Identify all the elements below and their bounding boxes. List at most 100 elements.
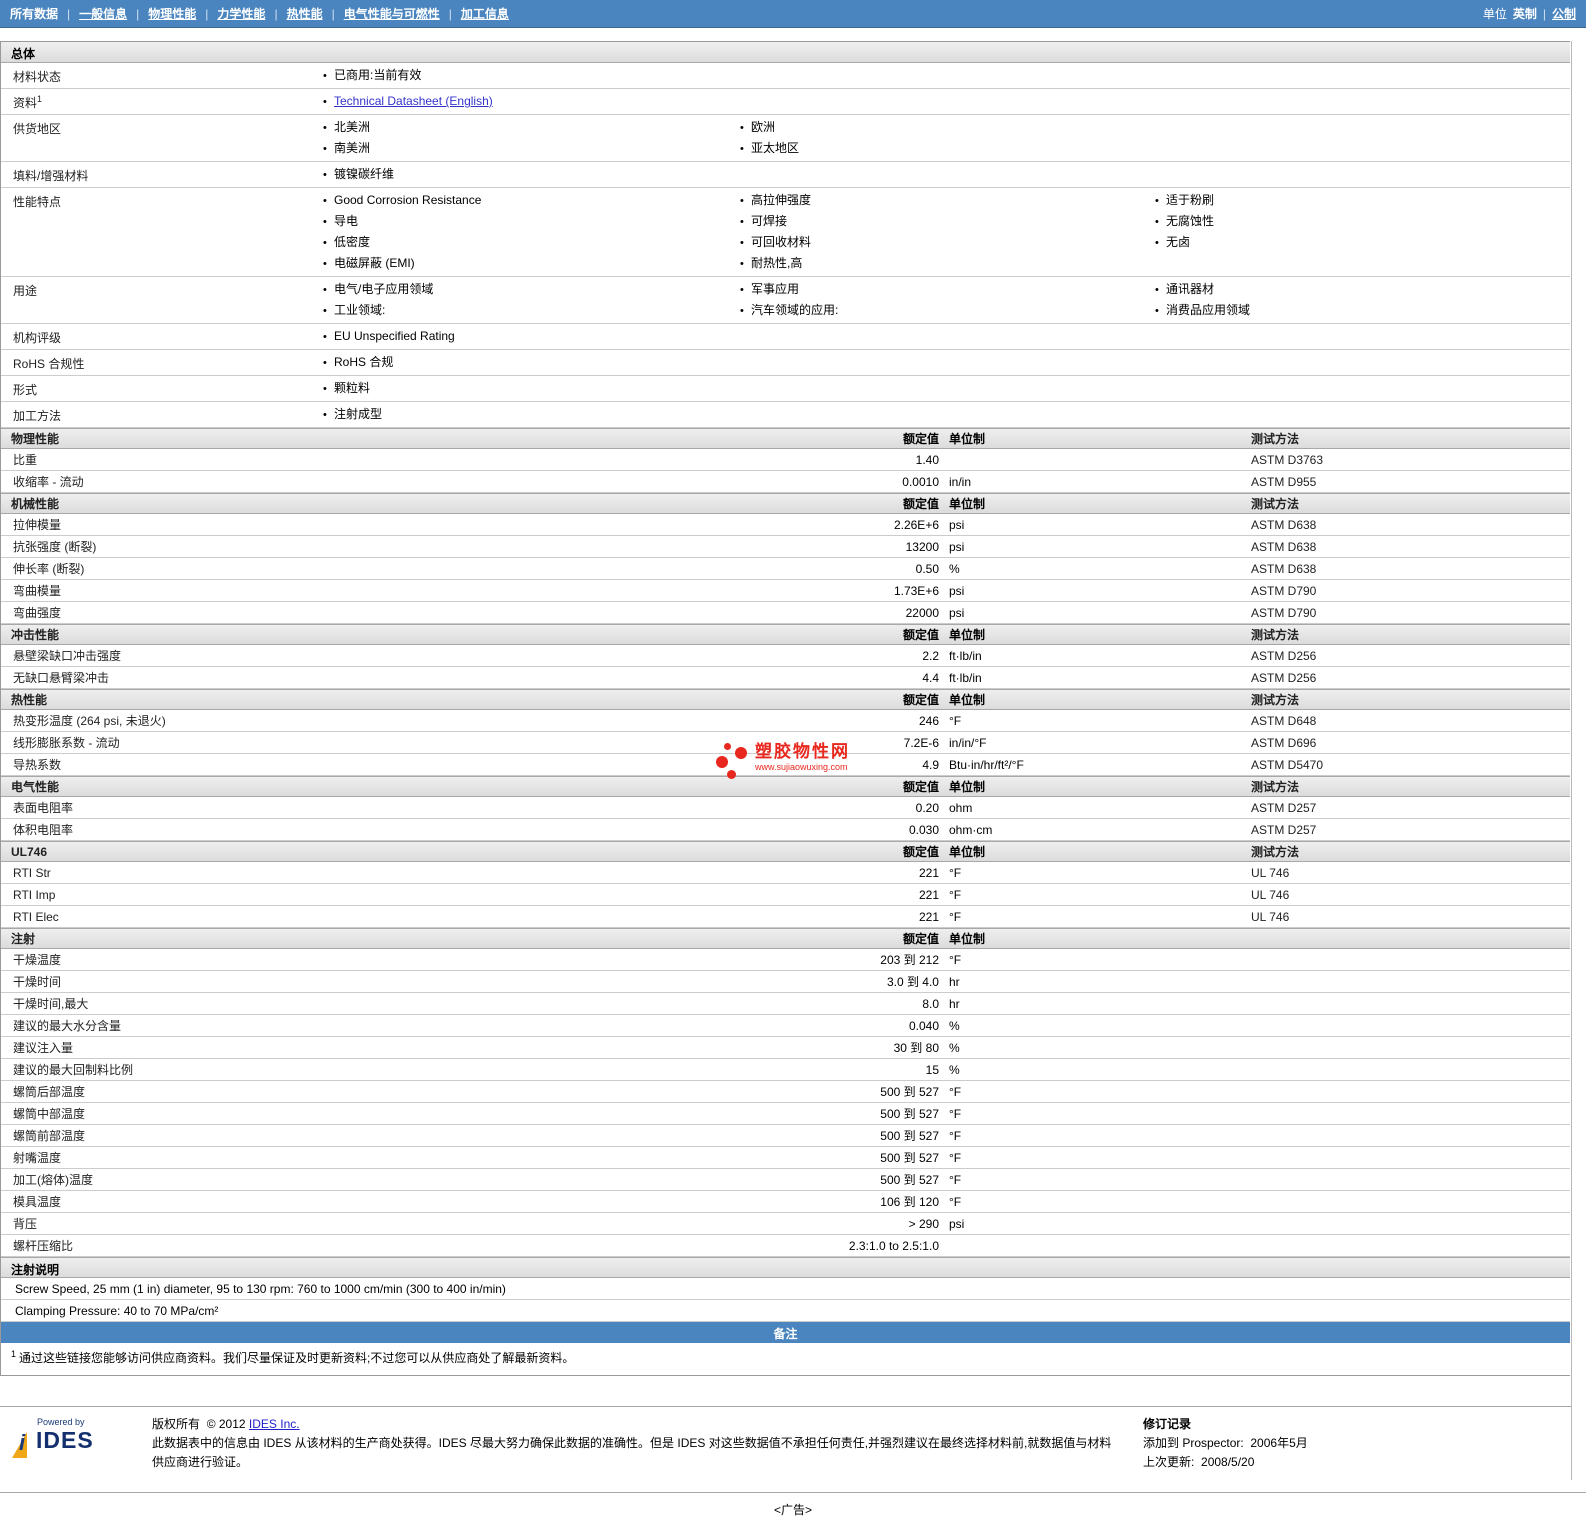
property-value: 0.030 xyxy=(908,822,939,837)
test-method: UL 746 xyxy=(1251,887,1290,902)
property-row: 螺杆压缩比 2.3:1.0 to 2.5:1.0 xyxy=(1,1235,1570,1257)
table-title: UL746 xyxy=(11,844,48,859)
column-header-value: 额定值 xyxy=(902,497,939,511)
bullet-text: 可焊接 xyxy=(751,214,788,228)
bullet-column: • 适于粉刷 • 无腐蚀性 • 无卤 xyxy=(1153,190,1570,253)
revision-updated: 上次更新: 2008/5/20 xyxy=(1143,1453,1308,1472)
general-row: RoHS 合规性 • RoHS 合规 xyxy=(1,350,1570,376)
bullet-text: 颗粒料 xyxy=(334,381,371,395)
column-header-unit: 单位制 xyxy=(949,432,986,446)
bullet-text: 工业领域: xyxy=(334,303,386,317)
test-method: ASTM D638 xyxy=(1251,517,1317,532)
nav-item[interactable]: 力学性能 xyxy=(217,5,265,22)
test-method: ASTM D3763 xyxy=(1251,452,1324,467)
bullet-item: • Good Corrosion Resistance xyxy=(321,190,738,211)
bullet-icon: • xyxy=(1155,305,1159,317)
property-name: 拉伸模量 xyxy=(13,518,62,532)
bullet-icon: • xyxy=(740,258,744,270)
bullet-text: 低密度 xyxy=(334,235,371,249)
table-title: 电气性能 xyxy=(11,780,60,794)
property-unit: psi xyxy=(949,1216,965,1231)
property-row: 模具温度 106 到 120 °F xyxy=(1,1191,1570,1213)
bullet-item: • 电磁屏蔽 (EMI) xyxy=(321,253,738,274)
general-row: 用途 • 电气/电子应用领域 • 工业领域: • 军事应用 • 汽车领域的应用: • 通讯器材 • 消费… xyxy=(1,277,1570,324)
bullet-icon: • xyxy=(323,143,327,155)
unit-metric-link[interactable]: 公制 xyxy=(1552,5,1576,22)
property-name: 建议的最大水分含量 xyxy=(13,1019,122,1033)
test-method: ASTM D790 xyxy=(1251,605,1317,620)
property-row: 表面电阻率 0.20 ohm ASTM D257 xyxy=(1,797,1570,819)
test-method: ASTM D256 xyxy=(1251,670,1317,685)
bullet-text: 欧洲 xyxy=(751,120,776,134)
property-name: RTI Elec xyxy=(13,909,59,924)
injection-note-line: Screw Speed, 25 mm (1 in) diameter, 95 t… xyxy=(1,1278,1570,1300)
disclaimer: 此数据表中的信息由 IDES 从该材料的生产商处获得。IDES 尽最大努力确保此… xyxy=(152,1436,1112,1469)
column-header-method: 测试方法 xyxy=(1251,497,1300,511)
property-value: > 290 xyxy=(908,1216,939,1231)
footer-text: 版权所有 © 2012 IDES Inc. 此数据表中的信息由 IDES 从该材… xyxy=(152,1415,1117,1472)
footnote-sup: 1 xyxy=(11,1349,17,1359)
property-value: 30 到 80 xyxy=(893,1041,939,1055)
bullet-text: EU Unspecified Rating xyxy=(334,329,455,343)
revision-added: 添加到 Prospector: 2006年5月 xyxy=(1143,1434,1308,1453)
bullet-column: • 颗粒料 xyxy=(321,378,738,399)
datasheet-link[interactable]: Technical Datasheet (English) xyxy=(334,91,493,111)
property-name: 弯曲模量 xyxy=(13,584,62,598)
nav-item[interactable]: 加工信息 xyxy=(461,5,509,22)
nav-item[interactable]: 一般信息 xyxy=(79,5,127,22)
property-row: 建议的最大水分含量 0.040% xyxy=(1,1015,1570,1037)
nav-item[interactable]: 物理性能 xyxy=(148,5,196,22)
bullet-item: • 无腐蚀性 xyxy=(1153,211,1570,232)
property-value: 500 到 527 xyxy=(880,1107,939,1121)
ides-inc-link[interactable]: IDES Inc. xyxy=(249,1417,300,1431)
bullet-item: • 已商用:当前有效 xyxy=(321,65,738,86)
property-label: 填料/增强材料 xyxy=(13,169,89,183)
section-header-injection-notes: 注射说明 xyxy=(1,1257,1570,1278)
copyright-line: 版权所有 © 2012 IDES Inc. xyxy=(152,1415,1117,1434)
property-unit: °F xyxy=(949,1106,962,1121)
bullet-column: • 北美洲 • 南美洲 xyxy=(321,117,738,159)
ad-label: <广告> xyxy=(773,1503,813,1517)
bullet-icon: • xyxy=(323,409,327,421)
property-unit: °F xyxy=(949,887,962,902)
bullet-text: 适于粉刷 xyxy=(1166,193,1215,207)
property-row: 干燥温度 203 到 212 °F xyxy=(1,949,1570,971)
bullet-item: • Technical Datasheet (English) xyxy=(321,91,738,112)
copyright-prefix: 版权所有 xyxy=(152,1417,201,1431)
nav-item[interactable]: 电气性能与可燃性 xyxy=(344,5,440,22)
bullet-icon: • xyxy=(323,357,327,369)
test-method: ASTM D256 xyxy=(1251,648,1317,663)
section-header-general: 总体 xyxy=(1,42,1570,63)
nav-separator: | xyxy=(331,6,335,21)
bullet-icon: • xyxy=(1155,237,1159,249)
bullet-item: • 北美洲 xyxy=(321,117,738,138)
test-method: ASTM D696 xyxy=(1251,735,1317,750)
revision-added-value: 2006年5月 xyxy=(1250,1436,1308,1450)
test-method: ASTM D638 xyxy=(1251,539,1317,554)
remarks-bar: 备注 xyxy=(1,1322,1570,1343)
ides-logo[interactable]: i Powered by IDES xyxy=(10,1415,138,1461)
nav-item[interactable]: 热性能 xyxy=(287,5,323,22)
nav-links: 所有数据 | 一般信息 | 物理性能 | 力学性能 | 热性能 | 电气性能与可燃性 | 加工信息 xyxy=(10,5,509,22)
property-value: 221 xyxy=(918,909,939,924)
nav-item[interactable]: 所有数据 xyxy=(10,5,58,22)
column-header-method: 测试方法 xyxy=(1251,628,1300,642)
bullet-icon: • xyxy=(323,169,327,181)
property-row: RTI Imp 221 °F UL 746 xyxy=(1,884,1570,906)
property-value: 500 到 527 xyxy=(880,1173,939,1187)
bullet-icon: • xyxy=(740,195,744,207)
property-unit: °F xyxy=(949,865,962,880)
table-section-header: 物理性能 额定值 单位制 测试方法 xyxy=(1,428,1570,449)
column-header-value: 额定值 xyxy=(902,780,939,794)
property-value: 8.0 xyxy=(922,996,939,1011)
property-unit: ohm xyxy=(949,800,973,815)
bullet-icon: • xyxy=(740,305,744,317)
property-label: 性能特点 xyxy=(13,195,62,209)
property-unit: psi xyxy=(949,539,965,554)
bullet-column: • RoHS 合规 xyxy=(321,352,738,373)
property-tables: 物理性能 额定值 单位制 测试方法 比重 1.40 ASTM D3763 收缩率 - 流动 0.… xyxy=(1,428,1570,1257)
bullet-text: Good Corrosion Resistance xyxy=(334,193,482,207)
bullet-text: 南美洲 xyxy=(334,141,371,155)
property-value: 1.40 xyxy=(915,452,939,467)
column-header-method: 测试方法 xyxy=(1251,432,1300,446)
